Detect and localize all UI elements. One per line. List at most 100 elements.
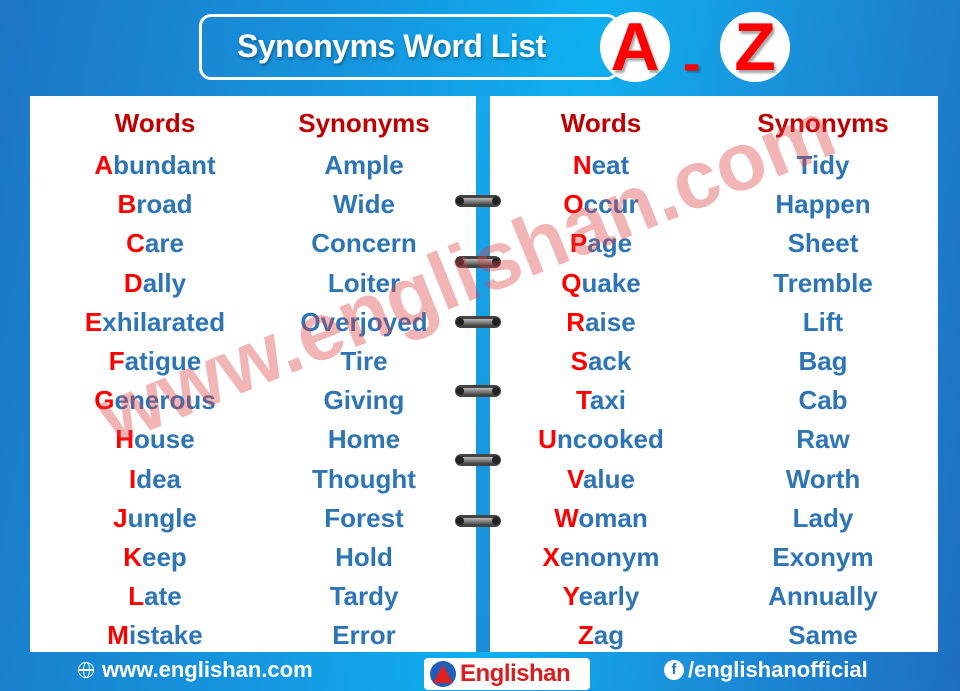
facebook-icon: f [664, 660, 684, 680]
word-entry: Raise [496, 303, 706, 342]
word-rest: istake [128, 620, 203, 651]
synonym-entry: Overjoyed [300, 306, 428, 337]
englishan-logo: Englishan [424, 658, 590, 690]
word-entry: Value [496, 460, 706, 499]
word-entry: Broad [50, 185, 260, 224]
word-initial: S [570, 345, 588, 376]
synonym-entry: Tire [340, 345, 388, 376]
logo-mark-icon [430, 661, 456, 687]
word-rest: dea [136, 463, 182, 494]
word-rest: ccur [583, 189, 639, 220]
word-initial: R [566, 306, 586, 337]
word-initial: P [569, 228, 588, 259]
synonyms-column: Synonyms Tidy Happen Sheet Tremble Lift Bag Ca… [718, 96, 928, 655]
synonym-entry: Lift [802, 306, 844, 337]
word-rest: ag [593, 620, 625, 651]
word-entry: Sack [496, 342, 706, 381]
binder-ring-icon [455, 385, 501, 397]
word-initial: G [94, 385, 115, 416]
word-entry: Exhilarated [50, 303, 260, 342]
word-initial: Y [562, 581, 579, 612]
word-rest: ate [144, 581, 182, 612]
title-dash: - [683, 35, 701, 93]
word-entry: Jungle [50, 499, 260, 538]
word-rest: age [587, 228, 633, 259]
word-initial: C [126, 228, 145, 259]
word-entry: Occur [496, 185, 706, 224]
synonym-entry: Ample [324, 150, 404, 180]
letter-z-badge: Z [720, 9, 790, 85]
word-initial: W [554, 502, 579, 533]
word-rest: ungle [127, 502, 197, 533]
word-initial: J [113, 502, 128, 533]
words-header: Words [560, 108, 642, 138]
word-entry: Care [50, 224, 260, 263]
word-rest: xhilarated [102, 306, 226, 337]
synonym-entry: Thought [312, 463, 416, 494]
word-rest: are [144, 228, 184, 259]
word-entry: Idea [50, 460, 260, 499]
synonym-entry: Error [332, 620, 396, 651]
word-initial: H [115, 424, 135, 455]
word-entry: Quake [496, 264, 706, 303]
words-column: Words Abundant Broad Care Dally Exhilarated F… [50, 96, 260, 655]
word-initial: O [563, 189, 584, 220]
word-initial: B [117, 189, 137, 220]
left-page: Words Abundant Broad Care Dally Exhilarated F… [30, 96, 476, 652]
word-initial: Z [577, 620, 594, 651]
word-entry: Generous [50, 381, 260, 420]
word-initial: T [575, 385, 590, 416]
word-rest: enonym [559, 541, 660, 572]
word-initial: Q [561, 267, 582, 298]
synonym-entry: Loiter [327, 267, 401, 298]
word-entry: Keep [50, 538, 260, 577]
synonyms-column: Synonyms Ample Wide Concern Loiter Overjoyed… [259, 96, 469, 655]
word-rest: bundant [113, 150, 216, 180]
word-entry: Page [496, 224, 706, 263]
page-title: Synonyms Word List [237, 28, 546, 64]
synonym-entry: Cab [798, 385, 848, 416]
word-rest: alue [582, 463, 635, 494]
word-initial: U [538, 424, 557, 455]
footer-website-link[interactable]: www.englishan.com [78, 657, 313, 683]
word-entry: Yearly [496, 577, 706, 616]
synonym-entry: Worth [785, 463, 861, 494]
synonym-entry: Same [788, 620, 858, 651]
word-rest: aise [585, 306, 636, 337]
word-rest: ouse [134, 424, 195, 455]
words-column: Words Neat Occur Page Quake Raise Sack Taxi Unc… [496, 96, 706, 655]
synonym-entry: Bag [798, 345, 848, 376]
word-rest: axi [589, 385, 627, 416]
word-entry: Late [50, 577, 260, 616]
word-rest: eep [141, 541, 187, 572]
binder-ring-icon [455, 256, 501, 268]
binder-ring-icon [455, 515, 501, 527]
word-initial: A [94, 150, 114, 180]
synonym-entry: Forest [324, 502, 404, 533]
synonym-entry: Tremble [773, 267, 873, 298]
word-entry: Xenonym [496, 538, 706, 577]
word-rest: early [578, 581, 640, 612]
word-entry: House [50, 420, 260, 459]
word-entry: Fatigue [50, 342, 260, 381]
word-initial: X [542, 541, 560, 572]
word-rest: oman [578, 502, 648, 533]
synonym-entry: Hold [335, 541, 393, 572]
synonym-entry: Lady [792, 502, 854, 533]
word-rest: atigue [124, 345, 202, 376]
synonym-entry: Happen [775, 189, 871, 220]
word-entry: Uncooked [496, 420, 706, 459]
synonyms-header: Synonyms [757, 108, 889, 138]
globe-icon [78, 662, 94, 678]
word-entry: Woman [496, 499, 706, 538]
synonym-entry: Concern [311, 228, 417, 259]
word-initial: E [84, 306, 103, 337]
word-initial: D [123, 267, 143, 298]
word-entry: Dally [50, 264, 260, 303]
footer-social-link[interactable]: f /englishanofficial [664, 657, 868, 683]
website-text: www.englishan.com [102, 657, 313, 682]
word-entry: Zag [496, 616, 706, 655]
footer: www.englishan.com Englishan f /englishan… [0, 652, 960, 691]
social-handle: /englishanofficial [688, 657, 868, 682]
word-initial: V [567, 463, 583, 494]
